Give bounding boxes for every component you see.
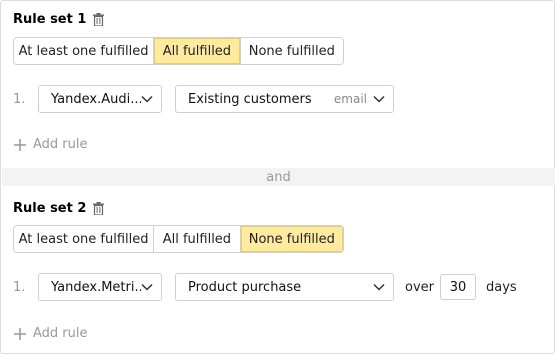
rule-condition-select[interactable]: Product purchase bbox=[175, 273, 394, 301]
over-label: over bbox=[405, 280, 434, 295]
add-rule-button[interactable]: Add rule bbox=[13, 137, 88, 152]
segment-rules-panel: Rule set 1 At least one fulfilled All fu… bbox=[0, 0, 555, 354]
rule-set-title-label: Rule set 1 bbox=[13, 11, 87, 27]
and-connector-label: and bbox=[266, 169, 291, 185]
chevron-down-icon bbox=[141, 95, 153, 103]
rule-number: 1. bbox=[13, 280, 26, 295]
add-rule-label: Add rule bbox=[33, 137, 88, 152]
days-input[interactable] bbox=[440, 274, 476, 300]
plus-icon bbox=[13, 327, 27, 341]
option-none-fulfilled[interactable]: None fulfilled bbox=[240, 38, 343, 64]
rule-set-title-label: Rule set 2 bbox=[13, 200, 87, 216]
rule-source-value: Yandex.Metri... bbox=[51, 279, 141, 295]
rule-number: 1. bbox=[13, 92, 26, 107]
rule-condition-value: Existing customers bbox=[188, 91, 312, 107]
plus-icon bbox=[13, 138, 27, 152]
rule-source-select[interactable]: Yandex.Audi... bbox=[38, 85, 162, 113]
rule-source-value: Yandex.Audi... bbox=[51, 91, 141, 107]
and-divider: and bbox=[2, 168, 555, 186]
option-at-least-one[interactable]: At least one fulfilled bbox=[14, 38, 155, 64]
rule-set-2-title: Rule set 2 bbox=[13, 199, 105, 217]
chevron-down-icon bbox=[373, 95, 385, 103]
rule-source-select[interactable]: Yandex.Metri... bbox=[38, 273, 162, 301]
trash-icon[interactable] bbox=[93, 201, 105, 215]
trash-icon[interactable] bbox=[93, 12, 105, 26]
rule-set-1-condition-toggle: At least one fulfilled All fulfilled Non… bbox=[13, 37, 344, 65]
rule-condition-value: Product purchase bbox=[188, 279, 302, 295]
rule-condition-select[interactable]: Existing customers email bbox=[175, 85, 394, 113]
option-none-fulfilled[interactable]: None fulfilled bbox=[240, 226, 343, 252]
rule-set-2-condition-toggle: At least one fulfilled All fulfilled Non… bbox=[13, 225, 344, 253]
option-all-fulfilled[interactable]: All fulfilled bbox=[154, 38, 241, 64]
days-label: days bbox=[486, 280, 517, 295]
chevron-down-icon bbox=[373, 283, 385, 291]
add-rule-button[interactable]: Add rule bbox=[13, 326, 88, 341]
rule-set-1-title: Rule set 1 bbox=[13, 10, 105, 28]
option-all-fulfilled[interactable]: All fulfilled bbox=[154, 226, 241, 252]
option-at-least-one[interactable]: At least one fulfilled bbox=[14, 226, 155, 252]
add-rule-label: Add rule bbox=[33, 326, 88, 341]
rule-condition-hint: email bbox=[333, 92, 367, 106]
chevron-down-icon bbox=[141, 283, 153, 291]
